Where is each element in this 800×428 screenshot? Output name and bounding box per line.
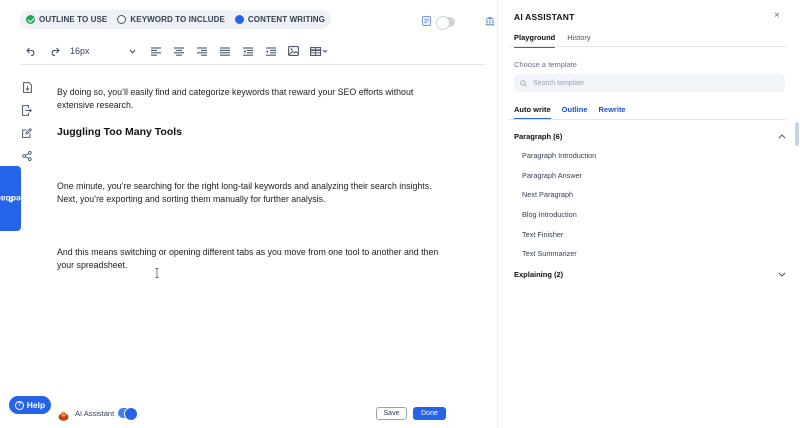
empty-circle-icon [117,15,127,24]
font-size-value: 16px [70,46,90,56]
step-label: CONTENT WRITING [247,15,325,24]
step-label: OUTLINE TO USE [39,15,108,24]
view-toggle[interactable] [436,16,455,30]
text-cursor-icon [155,268,159,278]
step-keyword[interactable]: KEYWORD TO INCLUDE [117,15,225,24]
feedback-tab[interactable]: ☆ Feedback [0,166,30,231]
save-button[interactable]: Save [376,407,407,420]
step-label: KEYWORD TO INCLUDE [130,15,225,24]
write-mode-tabs: Auto write Outline Rewrite [514,105,637,120]
check-circle-icon [26,15,35,24]
align-center-icon[interactable] [167,41,190,61]
group-title: Paragraph (6) [514,131,563,141]
ai-assistant-panel: AI ASSISTANT × Playground History Choose… [497,0,800,428]
tab-rewrite[interactable]: Rewrite [599,105,626,120]
done-button[interactable]: Done [413,407,446,420]
step-content-writing[interactable]: CONTENT WRITING [234,15,325,24]
paragraph: And this means switching or opening diff… [57,247,439,271]
active-circle-icon [234,15,244,24]
choose-template-label: Choose a template [514,60,577,69]
align-left-icon[interactable] [144,41,167,61]
tabs-divider [508,46,786,47]
paragraph: By doing so, you’ll easily find and cate… [57,87,414,111]
template-item[interactable]: Next Paragraph [522,190,573,199]
close-icon[interactable]: × [774,10,780,21]
help-button[interactable]: ? Help [9,396,51,414]
redo-icon[interactable] [43,41,66,61]
tab-auto-write[interactable]: Auto write [514,105,551,120]
editor-toolbar: 16px [20,40,485,62]
undo-icon[interactable] [20,41,43,61]
indent-icon[interactable] [259,41,282,61]
ai-assistant-label: AI Assistant [75,409,115,418]
template-item[interactable]: Blog Introduction [522,210,577,219]
template-item[interactable]: Paragraph Introduction [522,151,596,160]
image-icon[interactable] [282,41,305,61]
align-right-icon[interactable] [190,41,213,61]
chevron-up-icon [778,131,786,141]
align-justify-icon[interactable] [213,41,236,61]
document-icon[interactable] [422,13,431,31]
write-tabs-divider [508,119,786,120]
font-size-select[interactable]: 16px [70,46,136,56]
group-title: Explaining (2) [514,269,564,279]
paragraph: One minute, you’re searching for the rig… [57,181,432,205]
document-export-icon[interactable] [20,103,34,117]
search-icon [520,74,527,92]
template-item[interactable]: Text Finisher [522,230,563,239]
top-controls [422,13,495,31]
panel-title: AI ASSISTANT [514,12,575,22]
edit-icon[interactable] [20,126,34,140]
section-heading: Juggling Too Many Tools [57,126,183,138]
question-icon: ? [14,400,24,410]
left-rail [20,80,34,163]
document-import-icon[interactable] [20,80,34,94]
bank-icon[interactable] [485,13,495,31]
panel-scrollbar[interactable] [795,122,799,146]
toolbar-divider [20,64,485,65]
tab-outline[interactable]: Outline [562,105,588,120]
search-placeholder: Search template [533,79,584,87]
outdent-icon[interactable] [236,41,259,61]
ai-assistant-toggle[interactable] [118,407,138,421]
chevron-down-icon [778,269,786,279]
template-item[interactable]: Text Summarizer [522,249,577,258]
table-icon[interactable] [305,41,333,61]
group-paragraph[interactable]: Paragraph (6) [514,131,786,141]
template-item[interactable]: Paragraph Answer [522,171,582,180]
share-icon[interactable] [20,149,34,163]
step-outline[interactable]: OUTLINE TO USE [26,15,107,24]
workflow-steps: OUTLINE TO USE KEYWORD TO INCLUDE CONTEN… [20,10,331,29]
ai-avatar-icon [58,408,69,421]
chevron-down-icon [129,46,136,56]
search-input[interactable]: Search template [514,74,785,92]
group-explaining[interactable]: Explaining (2) [514,269,786,279]
